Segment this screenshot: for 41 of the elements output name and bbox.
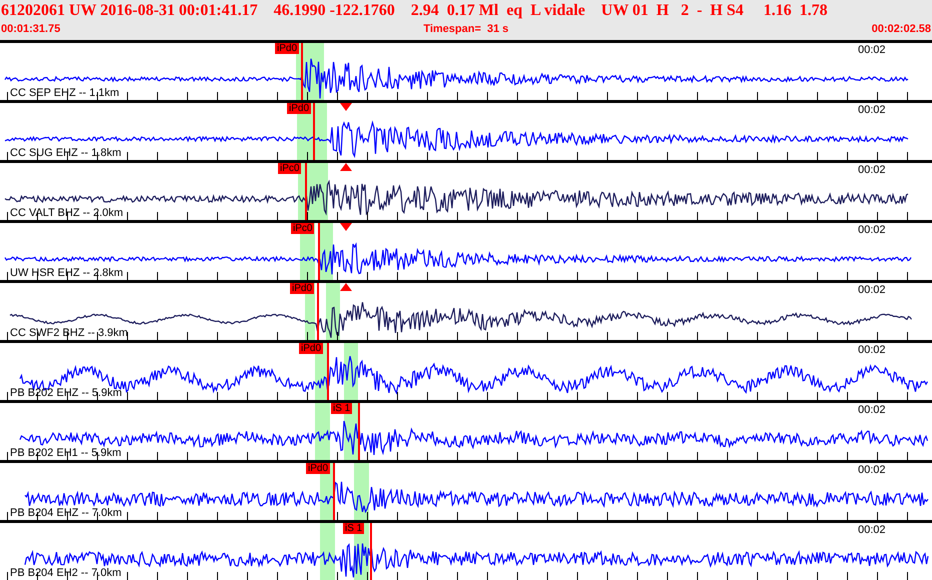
- station-label: PB B202 EH1 -- 5.9km: [10, 447, 122, 459]
- station-label: CC SUG EHZ -- 1.8km: [10, 147, 122, 159]
- pick-line: [305, 163, 307, 220]
- triangle-icon: [340, 223, 352, 231]
- end-time: 00:02:02.58: [872, 22, 931, 36]
- pick-line: [301, 43, 303, 100]
- pick-label: iPd0: [299, 343, 324, 354]
- station-label: PB B202 EHZ -- 5.9km: [10, 387, 122, 399]
- station-label: PB B204 EHZ -- 7.0km: [10, 507, 122, 519]
- triangle-icon: [340, 163, 352, 171]
- station-label: CC SWF2 BHZ -- 3.9km: [10, 327, 128, 339]
- pick-line: [318, 223, 320, 280]
- triangle-icon: [340, 103, 352, 111]
- station-label: UW HSR EHZ -- 2.8km: [10, 267, 124, 279]
- pick-window-band: [320, 523, 335, 580]
- event-summary: 61202061 UW 2016-08-31 00:01:41.17 46.1990 -122.1760 2.94 0.17 Ml eq L vidale UW 01 H 2 - H S4 1.16 1.78: [1, 1, 829, 21]
- trace-time-label: 00:02: [858, 404, 886, 416]
- pick-label: iPd0: [306, 463, 330, 474]
- pick-window-band: [354, 463, 369, 520]
- trace-time-label: 00:02: [858, 164, 886, 176]
- trace-time-label: 00:02: [858, 464, 886, 476]
- pick-label: iPc0: [278, 163, 302, 174]
- station-label: PB B204 EH2 -- 7.0km: [10, 567, 122, 579]
- pick-line: [317, 283, 319, 340]
- trace-time-label: 00:02: [858, 344, 886, 356]
- pick-label: iS 1: [343, 523, 364, 534]
- pick-label: iPc0: [291, 223, 314, 234]
- pick-label: iS 1: [331, 403, 352, 414]
- pick-line: [333, 463, 335, 520]
- trace-time-label: 00:02: [858, 104, 886, 116]
- trace-time-label: 00:02: [858, 44, 886, 56]
- trace-time-label: 00:02: [858, 524, 886, 536]
- pick-window-band: [315, 403, 330, 460]
- triangle-icon: [340, 283, 352, 291]
- pick-line: [313, 103, 315, 160]
- start-time: 00:01:31.75: [1, 22, 60, 36]
- station-label: CC VALT BHZ -- 2.0km: [10, 207, 124, 219]
- trace-time-label: 00:02: [858, 284, 886, 296]
- trace-time-label: 00:02: [858, 224, 886, 236]
- pick-label: iPd0: [290, 283, 314, 294]
- timespan-label: Timespan= 31 s: [423, 22, 509, 36]
